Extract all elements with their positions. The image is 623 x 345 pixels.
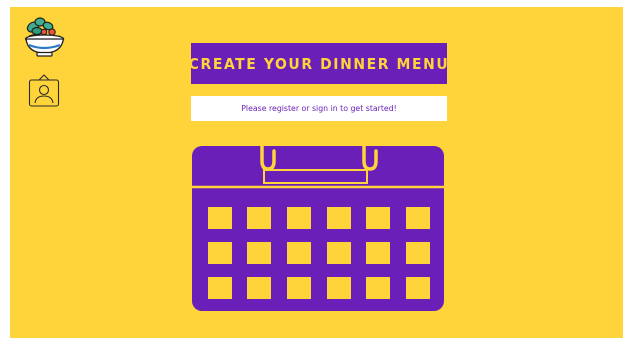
page-title: CREATE YOUR DINNER MENU — [189, 43, 448, 84]
user-profile-icon — [28, 74, 60, 107]
app-frame: CREATE YOUR DINNER MENU Please register … — [10, 7, 623, 338]
salad-bowl-icon[interactable] — [24, 15, 70, 61]
calendar-icon — [190, 129, 446, 313]
signin-prompt-link[interactable]: Please register or sign in to get starte… — [191, 96, 447, 121]
profile-button[interactable] — [28, 72, 60, 108]
